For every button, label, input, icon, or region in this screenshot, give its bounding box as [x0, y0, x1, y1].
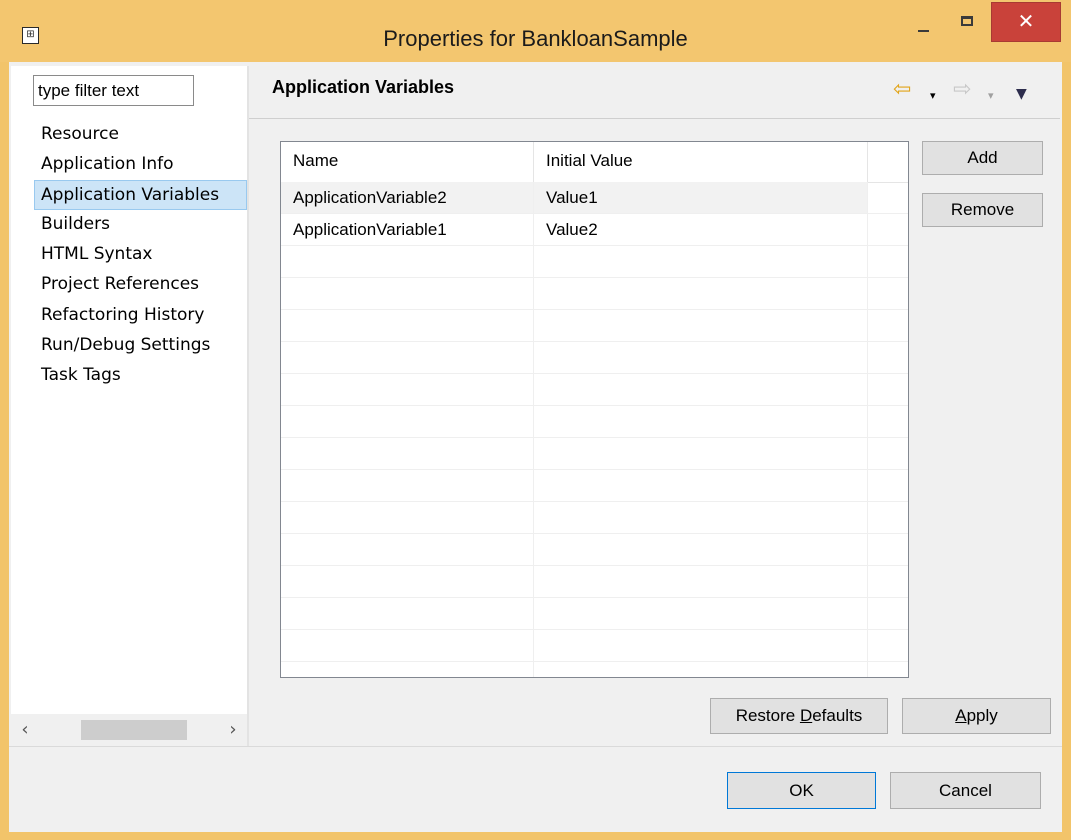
empty-table-row [281, 630, 908, 662]
cell-initial-value[interactable]: Value1 [534, 182, 868, 213]
apply-label-rest: pply [966, 706, 998, 725]
nav-item-builders[interactable]: Builders [37, 210, 247, 240]
column-header-initial-value[interactable]: Initial Value [534, 142, 868, 182]
title-separator [249, 118, 1060, 119]
nav-item-resource[interactable]: Resource [37, 120, 247, 150]
empty-table-row [281, 246, 908, 278]
empty-table-row [281, 342, 908, 374]
back-dropdown-icon[interactable]: ▾ [930, 86, 936, 106]
empty-table-row [281, 406, 908, 438]
empty-table-row [281, 374, 908, 406]
variables-table[interactable]: Name Initial Value ApplicationVariable2 … [280, 141, 909, 678]
nav-item-project-references[interactable]: Project References [37, 270, 247, 300]
empty-table-row [281, 438, 908, 470]
scroll-right-icon[interactable]: › [219, 714, 247, 746]
title-bar[interactable]: ⊞ Properties for BankloanSample ✕ [0, 0, 1071, 62]
minimize-button[interactable] [899, 7, 947, 43]
add-button[interactable]: Add [922, 141, 1043, 175]
nav-item-application-variables[interactable]: Application Variables [34, 180, 247, 211]
apply-mnemonic: A [955, 706, 967, 725]
scroll-left-icon[interactable]: ‹ [11, 714, 39, 746]
cancel-button[interactable]: Cancel [890, 772, 1041, 809]
cell-name[interactable]: ApplicationVariable2 [281, 182, 534, 213]
table-header: Name Initial Value [281, 142, 908, 183]
cell-filler [868, 182, 908, 213]
nav-item-run-debug-settings[interactable]: Run/Debug Settings [37, 331, 247, 361]
empty-table-row [281, 598, 908, 630]
property-page-list: Resource Application Info Application Va… [34, 120, 247, 391]
restore-defaults-label-rest: efaults [812, 706, 863, 725]
empty-table-row [281, 662, 908, 677]
cell-name[interactable]: ApplicationVariable1 [281, 214, 534, 245]
table-row[interactable]: ApplicationVariable2 Value1 [281, 182, 908, 214]
table-row[interactable]: ApplicationVariable1 Value2 [281, 214, 908, 246]
nav-item-application-info[interactable]: Application Info [37, 150, 247, 180]
ok-button[interactable]: OK [727, 772, 876, 809]
nav-item-html-syntax[interactable]: HTML Syntax [37, 240, 247, 270]
forward-arrow-icon[interactable]: ⇨ [953, 79, 971, 101]
empty-table-row [281, 310, 908, 342]
column-header-filler [868, 142, 908, 182]
view-menu-icon[interactable]: ▼ [1016, 84, 1027, 104]
restore-defaults-button[interactable]: Restore Defaults [710, 698, 888, 734]
nav-item-task-tags[interactable]: Task Tags [37, 361, 247, 391]
restore-defaults-mnemonic: D [799, 706, 813, 725]
maximize-button[interactable] [947, 7, 987, 43]
remove-button[interactable]: Remove [922, 193, 1043, 227]
empty-table-row [281, 502, 908, 534]
forward-dropdown-icon[interactable]: ▾ [988, 86, 994, 106]
nav-item-refactoring-history[interactable]: Refactoring History [37, 301, 247, 331]
tree-horizontal-scrollbar[interactable]: ‹ › [11, 714, 247, 746]
empty-table-row [281, 566, 908, 598]
table-body: ApplicationVariable2 Value1 ApplicationV… [281, 182, 908, 677]
empty-table-row [281, 534, 908, 566]
column-header-name[interactable]: Name [281, 142, 534, 182]
empty-table-row [281, 278, 908, 310]
apply-button[interactable]: Apply [902, 698, 1051, 734]
close-icon: ✕ [1017, 11, 1035, 33]
close-button[interactable]: ✕ [991, 2, 1061, 42]
page-title: Application Variables [272, 77, 455, 97]
cell-filler [868, 214, 908, 245]
empty-table-row [281, 470, 908, 502]
cell-initial-value[interactable]: Value2 [534, 214, 868, 245]
back-arrow-icon[interactable]: ⇦ [893, 79, 911, 101]
button-bar-separator [9, 746, 1062, 747]
properties-dialog: ⊞ Properties for BankloanSample ✕ Resour… [0, 0, 1071, 840]
filter-input[interactable] [33, 75, 194, 106]
restore-defaults-label: Restore [735, 706, 800, 725]
scrollbar-thumb[interactable] [81, 720, 187, 740]
